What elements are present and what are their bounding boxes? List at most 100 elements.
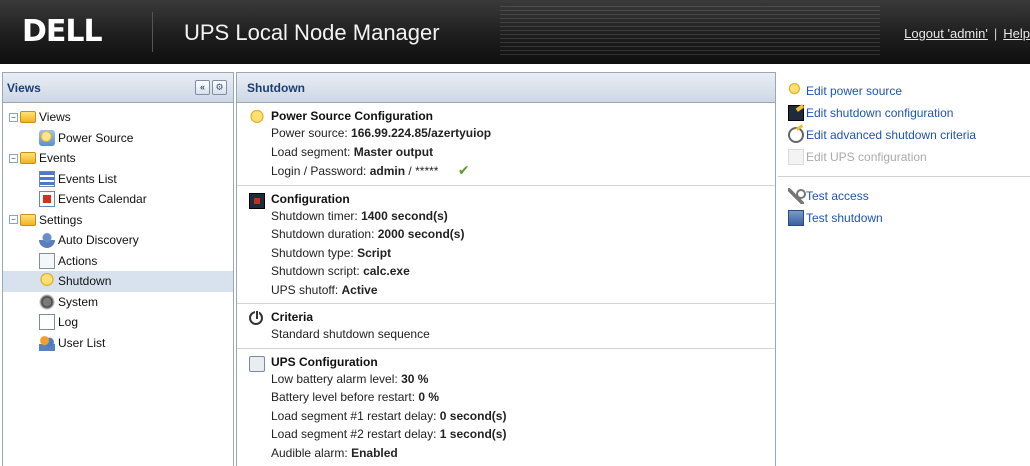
dell-logo: DELL <box>22 14 103 49</box>
header-decoration <box>500 6 880 58</box>
section-title: UPS Configuration <box>271 354 378 369</box>
check-icon: ✔ <box>457 162 470 178</box>
views-tree: − Views Power Source − Events Events Lis… <box>3 103 233 353</box>
field-label: Login / Password: <box>271 164 367 178</box>
folder-icon <box>20 213 36 226</box>
views-panel-buttons: « ⚙ <box>195 80 227 95</box>
tree-node-actions[interactable]: Actions <box>3 251 233 272</box>
shutdown-duration-row: Shutdown duration: 2000 second(s) <box>271 225 775 244</box>
criteria-text: Standard shutdown sequence <box>271 327 430 341</box>
shutdown-type-row: Shutdown type: Script <box>271 244 775 263</box>
segment2-delay-row: Load segment #2 restart delay: 1 second(… <box>271 425 775 444</box>
tree-node-system[interactable]: System <box>3 292 233 313</box>
tree-node-label: Log <box>58 315 79 330</box>
header-links: Logout 'admin' | Help <box>904 26 1030 41</box>
system-icon <box>39 293 55 310</box>
field-value: Active <box>341 282 378 297</box>
restart-battery-row: Battery level before restart: 0 % <box>271 388 775 407</box>
field-value: 1400 second(s) <box>361 208 448 223</box>
shutdown-script-row: Shutdown script: calc.exe <box>271 262 775 281</box>
tree-node-auto-discovery[interactable]: Auto Discovery <box>3 230 233 251</box>
field-value: Script <box>357 245 392 260</box>
test-shutdown-link[interactable]: Test shutdown <box>788 207 1030 229</box>
ups-configuration-section: UPS Configuration Low battery alarm leve… <box>237 349 775 466</box>
action-label: Edit shutdown configuration <box>806 106 954 120</box>
action-label: Edit UPS configuration <box>806 150 927 164</box>
tree-node-label: Actions <box>58 253 98 268</box>
edit-shutdown-configuration-link[interactable]: Edit shutdown configuration <box>788 102 1030 124</box>
tree-node-events-list[interactable]: Events List <box>3 169 233 190</box>
field-label: Shutdown script: <box>271 264 360 278</box>
tree-node-label: Settings <box>39 212 83 227</box>
actions-icon <box>39 252 55 269</box>
tree-node-settings[interactable]: − Settings <box>3 210 233 231</box>
bulb-icon <box>249 110 265 126</box>
shutdown-panel-header: Shutdown <box>237 73 775 103</box>
power-source-icon <box>39 129 55 146</box>
field-label: Low battery alarm level: <box>271 371 398 386</box>
field-label: Load segment: <box>271 144 351 159</box>
field-value: Enabled <box>351 445 398 460</box>
segment1-delay-row: Load segment #1 restart delay: 0 second(… <box>271 407 775 426</box>
edit-power-source-icon <box>788 83 804 99</box>
collapse-icon[interactable]: − <box>9 215 18 225</box>
tree-node-events[interactable]: − Events <box>3 148 233 169</box>
edit-advanced-criteria-link[interactable]: Edit advanced shutdown criteria <box>788 124 1030 146</box>
tree-node-label: Power Source <box>58 130 134 145</box>
field-label: Load segment #2 restart delay: <box>271 427 437 441</box>
edit-ups-configuration-link: Edit UPS configuration <box>788 146 1030 168</box>
field-label: Shutdown type: <box>271 245 354 260</box>
log-icon <box>39 314 55 331</box>
collapse-panel-button[interactable]: « <box>195 80 210 95</box>
field-label: Load segment #1 restart delay: <box>271 408 437 423</box>
events-list-icon <box>39 170 55 187</box>
audible-alarm-row: Audible alarm: Enabled <box>271 444 775 463</box>
tree-node-user-list[interactable]: User List <box>3 333 233 354</box>
field-value: 30 % <box>401 371 429 386</box>
action-label: Test shutdown <box>806 211 883 225</box>
section-title: Configuration <box>271 191 350 206</box>
field-label: UPS shutoff: <box>271 282 339 297</box>
password-value: ***** <box>415 164 439 178</box>
collapse-icon[interactable]: − <box>9 112 18 122</box>
edit-criteria-icon <box>788 127 804 143</box>
tree-node-power-source[interactable]: Power Source <box>3 128 233 149</box>
edit-actions: Edit power source Edit shutdown configur… <box>778 72 1030 229</box>
shutdown-panel: Shutdown Power Source Configuration Powe… <box>236 72 776 466</box>
field-label: Power source: <box>271 126 348 140</box>
collapse-icon[interactable]: − <box>9 153 18 163</box>
tree-node-label: Events List <box>58 171 117 186</box>
field-value: 2000 second(s) <box>377 227 465 241</box>
tree-node-log[interactable]: Log <box>3 312 233 333</box>
field-label: Audible alarm: <box>271 445 348 460</box>
edit-configuration-icon <box>788 105 804 121</box>
tree-node-label: Views <box>39 110 71 125</box>
tree-node-shutdown[interactable]: Shutdown <box>3 271 233 292</box>
logout-link[interactable]: Logout 'admin' <box>904 26 988 41</box>
header-divider <box>152 12 153 52</box>
field-value: 166.99.224.85/azertyuiop <box>351 126 492 140</box>
page-title: Shutdown <box>247 81 305 95</box>
folder-icon <box>20 111 36 124</box>
views-panel-title: Views <box>7 81 41 95</box>
criteria-section: Criteria Standard shutdown sequence <box>237 304 775 349</box>
tree-node-label: System <box>58 294 99 309</box>
edit-power-source-link[interactable]: Edit power source <box>788 80 1030 102</box>
panel-settings-button[interactable]: ⚙ <box>212 80 227 95</box>
help-link[interactable]: Help <box>1003 26 1030 41</box>
power-source-row: Power source: 166.99.224.85/azertyuiop <box>271 124 775 143</box>
tree-node-events-calendar[interactable]: Events Calendar <box>3 189 233 210</box>
tree-node-views[interactable]: − Views <box>3 107 233 128</box>
shutdown-icon <box>39 273 55 290</box>
test-access-link[interactable]: Test access <box>788 185 1030 207</box>
section-title: Criteria <box>271 310 314 324</box>
field-label: Shutdown duration: <box>271 227 375 241</box>
tree-node-label: Events Calendar <box>58 192 147 207</box>
field-value: 0 second(s) <box>439 408 507 423</box>
low-battery-row: Low battery alarm level: 30 % <box>271 370 775 389</box>
views-panel-header: Views « ⚙ <box>3 73 233 103</box>
folder-icon <box>20 152 36 165</box>
tree-node-label: Auto Discovery <box>58 233 139 248</box>
shutdown-timer-row: Shutdown timer: 1400 second(s) <box>271 207 775 226</box>
ups-shutoff-row: UPS shutoff: Active <box>271 281 775 300</box>
